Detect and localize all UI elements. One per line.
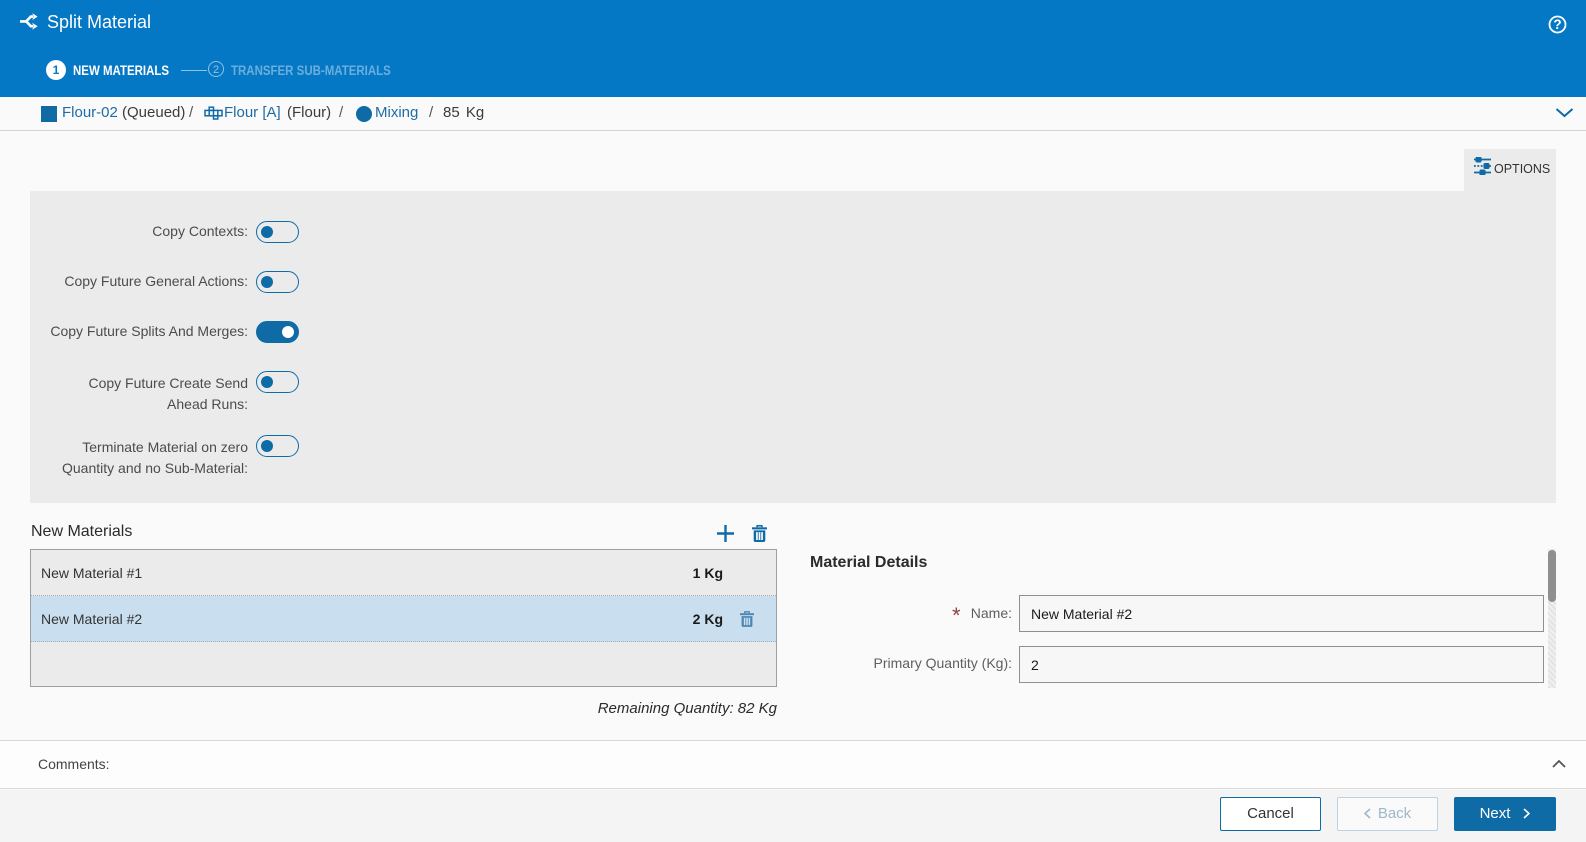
svg-text:?: ? [1553, 17, 1561, 32]
